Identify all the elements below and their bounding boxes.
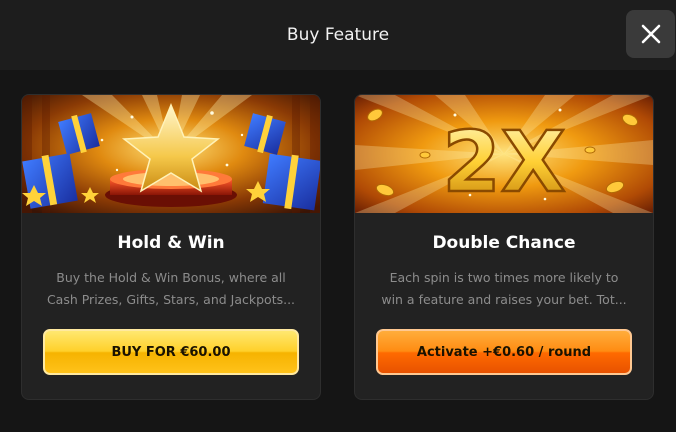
buy-button-label: BUY FOR €60.00 [111,344,231,360]
card-title: Double Chance [432,233,576,253]
feature-card-double-chance: 2X Double Chance Each spin is two times … [354,94,654,400]
card-description-line: Cash Prizes, Gifts, Stars, and Jackpots.… [46,292,296,307]
buy-hold-and-win-button[interactable]: BUY FOR €60.00 [43,329,299,375]
two-x-art-text: 2X [442,113,565,211]
card-description-line: win a feature and raises your bet. Tot..… [381,292,627,307]
card-description: Each spin is two times more likely to wi… [377,267,631,311]
card-title: Hold & Win [117,233,225,253]
card-description: Buy the Hold & Win Bonus, where all Cash… [44,267,298,311]
hold-and-win-artwork [22,95,320,213]
feature-card-hold-and-win: Hold & Win Buy the Hold & Win Bonus, whe… [21,94,321,400]
buy-feature-modal: Buy Feature Hold & Win Buy the Hold & Wi… [0,0,676,432]
close-icon [641,24,660,44]
modal-title: Buy Feature [286,25,390,45]
card-description-line: Buy the Hold & Win Bonus, where all [56,270,286,285]
modal-header: Buy Feature [0,0,676,70]
double-chance-artwork: 2X [355,95,653,213]
activate-button-label: Activate +€0.60 / round [416,344,592,360]
close-button[interactable] [626,10,675,58]
card-description-line: Each spin is two times more likely to [389,270,619,285]
activate-double-chance-button[interactable]: Activate +€0.60 / round [376,329,632,375]
